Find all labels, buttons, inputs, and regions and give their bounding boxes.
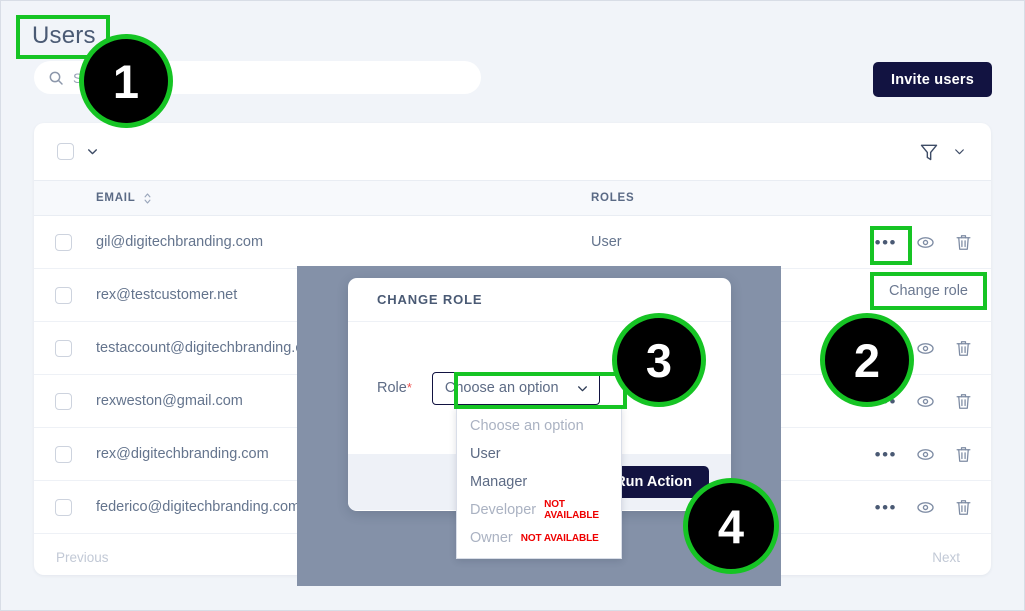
table-row[interactable]: gil@digitechbranding.comUser••• (34, 216, 991, 269)
trash-icon[interactable] (954, 445, 973, 464)
row-checkbox-cell (34, 287, 96, 304)
search-icon (48, 70, 64, 86)
eye-icon[interactable] (916, 445, 935, 464)
table-toolbar (34, 123, 991, 180)
eye-icon[interactable] (916, 339, 935, 358)
not-available-badge: NOT AVAILABLE (521, 533, 599, 544)
more-actions-button[interactable]: ••• (875, 446, 897, 463)
highlight-role-select (454, 372, 627, 409)
row-checkbox[interactable] (55, 234, 72, 251)
role-option-label: User (470, 446, 501, 462)
chevron-down-icon[interactable] (86, 145, 99, 158)
row-checkbox[interactable] (55, 393, 72, 410)
role-option: Choose an option (457, 412, 621, 440)
header-email-label: EMAIL (96, 192, 136, 204)
role-option-label: Manager (470, 474, 527, 490)
next-page-link[interactable]: Next (932, 550, 960, 565)
cell-email: gil@digitechbranding.com (96, 234, 591, 250)
trash-icon[interactable] (954, 392, 973, 411)
role-option-label: Developer (470, 502, 536, 518)
cell-actions: ••• (851, 498, 991, 517)
trash-icon[interactable] (954, 233, 973, 252)
required-asterisk: * (407, 380, 412, 395)
header-roles-cell: ROLES (591, 192, 851, 204)
sort-icon[interactable] (143, 192, 152, 205)
row-checkbox[interactable] (55, 340, 72, 357)
more-actions-button[interactable]: ••• (875, 499, 897, 516)
role-option[interactable]: Manager (457, 468, 621, 496)
role-select-options[interactable]: Choose an option User Manager Developer NOT … (456, 407, 622, 559)
role-option-label: Owner (470, 530, 513, 546)
table-header-row: EMAIL ROLES (34, 180, 991, 216)
eye-icon[interactable] (916, 498, 935, 517)
change-role-tooltip[interactable]: Change role (870, 272, 987, 310)
trash-icon[interactable] (954, 498, 973, 517)
funnel-icon[interactable] (919, 142, 939, 162)
row-checkbox[interactable] (55, 499, 72, 516)
role-option: Developer NOT AVAILABLE (457, 496, 621, 524)
eye-icon[interactable] (916, 233, 935, 252)
step-badge-2: 2 (820, 313, 914, 407)
role-label-text: Role (377, 380, 407, 396)
trash-icon[interactable] (954, 339, 973, 358)
header-roles-label: ROLES (591, 192, 634, 204)
row-checkbox-cell (34, 234, 96, 251)
cell-role: User (591, 234, 851, 250)
role-option-label: Choose an option (470, 418, 584, 434)
highlight-more-actions (870, 226, 912, 265)
row-checkbox-cell (34, 446, 96, 463)
eye-icon[interactable] (916, 392, 935, 411)
role-option[interactable]: User (457, 440, 621, 468)
invite-users-button[interactable]: Invite users (873, 62, 992, 97)
previous-page-link[interactable]: Previous (56, 550, 109, 565)
row-checkbox-cell (34, 340, 96, 357)
select-all-checkbox[interactable] (57, 143, 74, 160)
filter-chevron-down-icon[interactable] (953, 145, 966, 158)
cell-actions: ••• (851, 445, 991, 464)
row-checkbox[interactable] (55, 287, 72, 304)
row-checkbox-cell (34, 499, 96, 516)
role-field-label: Role* (377, 380, 412, 396)
role-option: Owner NOT AVAILABLE (457, 524, 621, 552)
step-badge-3: 3 (612, 313, 706, 407)
step-badge-1: 1 (79, 34, 173, 128)
row-checkbox-cell (34, 393, 96, 410)
row-checkbox[interactable] (55, 446, 72, 463)
header-email-cell[interactable]: EMAIL (96, 192, 591, 205)
step-badge-4: 4 (683, 478, 779, 574)
not-available-badge: NOT AVAILABLE (544, 499, 621, 521)
app-root: Users Invite users (0, 0, 1025, 611)
